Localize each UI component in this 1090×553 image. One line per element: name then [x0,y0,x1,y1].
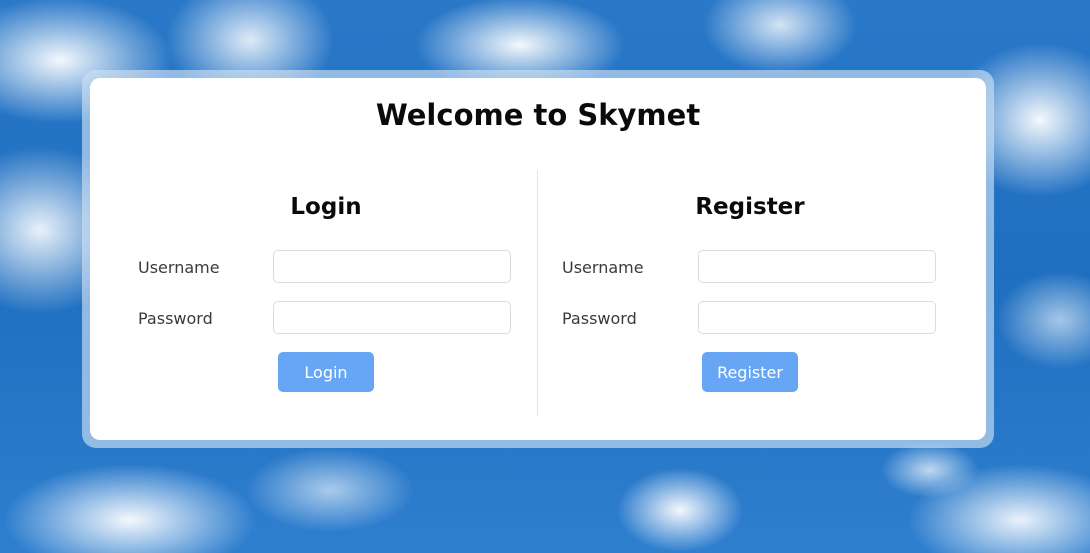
login-button[interactable]: Login [278,352,374,392]
register-username-label: Username [562,258,644,277]
register-password-input[interactable] [698,301,936,334]
register-password-label: Password [562,309,637,328]
auth-card: Welcome to Skymet Login Username Passwor… [90,78,986,440]
login-password-label: Password [138,309,213,328]
login-username-input[interactable] [273,250,511,283]
login-heading: Login [290,194,362,220]
login-panel: Login Username Password Login [90,78,538,440]
login-username-label: Username [138,258,220,277]
login-password-input[interactable] [273,301,511,334]
register-username-input[interactable] [698,250,936,283]
register-panel: Register Username Password Register [514,78,962,440]
register-button[interactable]: Register [702,352,798,392]
register-heading: Register [695,194,805,220]
